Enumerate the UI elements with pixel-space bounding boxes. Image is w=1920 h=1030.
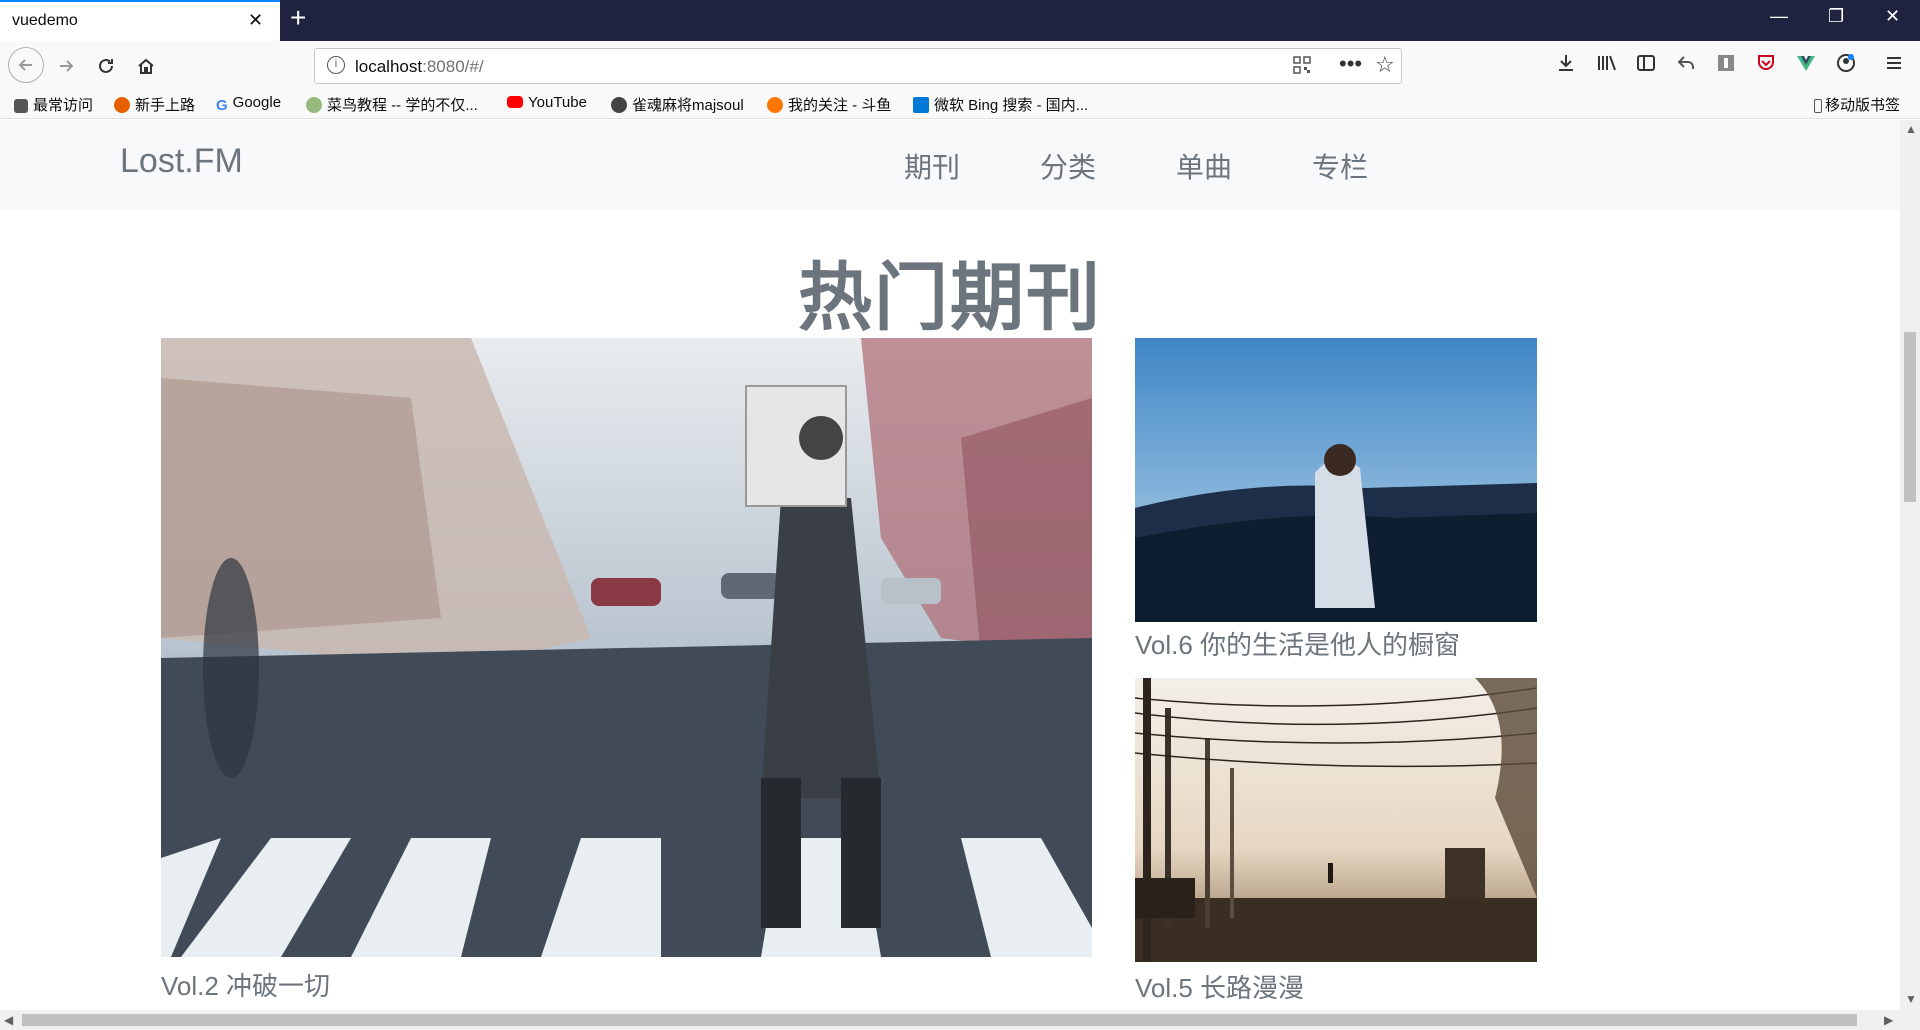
horizontal-scroll-thumb[interactable]: [22, 1014, 1857, 1026]
bookmark-most-visited[interactable]: 最常访问: [14, 94, 93, 115]
close-window-button[interactable]: ✕: [1885, 6, 1900, 27]
page-actions-icon[interactable]: •••: [1339, 51, 1362, 77]
bookmark-douyu[interactable]: 我的关注 - 斗鱼: [767, 94, 891, 115]
new-tab-button[interactable]: +: [290, 4, 306, 32]
bookmark-youtube[interactable]: YouTube: [507, 94, 587, 111]
section-title: 热门期刊: [798, 256, 1102, 339]
bing-icon: [913, 97, 929, 113]
reload-button[interactable]: [90, 50, 122, 82]
power-lines-street-photo[interactable]: [1135, 678, 1537, 962]
mobile-phone-icon: [1814, 99, 1822, 113]
home-button[interactable]: [130, 50, 162, 82]
extension-icon[interactable]: [1716, 53, 1736, 78]
douyu-icon: [767, 97, 783, 113]
qr-code-icon[interactable]: [1293, 56, 1311, 79]
bookmark-google[interactable]: G Google: [216, 94, 282, 114]
back-button[interactable]: [8, 47, 44, 83]
url-host: localhost: [355, 57, 423, 76]
horizontal-scrollbar[interactable]: ◀ ▶: [0, 1010, 1900, 1030]
browser-tab[interactable]: vuedemo ✕: [0, 0, 280, 41]
gear-icon: [14, 99, 28, 113]
navigation-toolbar: i localhost:8080/#/ ••• ☆: [0, 41, 1920, 89]
pocket-icon[interactable]: [1756, 53, 1776, 78]
firefox-icon: [114, 97, 130, 113]
site-info-icon[interactable]: i: [327, 56, 345, 74]
url-bar[interactable]: i localhost:8080/#/ ••• ☆: [314, 48, 1402, 84]
vertical-scroll-thumb[interactable]: [1904, 332, 1916, 502]
site-header: Lost.FM 期刊 分类 单曲 专栏: [0, 120, 1900, 210]
bookmark-label: Google: [232, 94, 282, 111]
bookmark-label: YouTube: [528, 94, 587, 111]
library-icon[interactable]: [1596, 53, 1618, 78]
bookmark-label: 微软 Bing 搜索 - 国内...: [934, 97, 1089, 114]
arrow-left-icon: [18, 59, 32, 71]
scroll-right-icon[interactable]: ▶: [1884, 1013, 1893, 1027]
page-viewport: Lost.FM 期刊 分类 单曲 专栏 热门期刊 Vol.2 冲破一切 Vol.…: [0, 120, 1900, 1010]
scrollbar-corner: [1900, 1010, 1920, 1030]
url-path: :8080/#/: [422, 57, 484, 76]
scroll-left-icon[interactable]: ◀: [4, 1013, 13, 1027]
bookmark-label: 雀魂麻将majsoul: [632, 97, 744, 114]
runoob-icon: [306, 97, 322, 113]
nav-item-singles[interactable]: 单曲: [1176, 146, 1232, 186]
menu-icon[interactable]: [1884, 53, 1904, 78]
bookmark-getting-started[interactable]: 新手上路: [114, 94, 195, 115]
bookmark-majsoul[interactable]: 雀魂麻将majsoul: [611, 94, 744, 115]
woman-crosswalk-photo[interactable]: [161, 338, 1092, 957]
bookmark-label: 最常访问: [33, 97, 94, 114]
scroll-down-icon[interactable]: ▼: [1905, 992, 1917, 1006]
journal-card-vol2[interactable]: Vol.2 冲破一切: [161, 338, 1092, 1008]
scroll-up-icon[interactable]: ▲: [1905, 122, 1917, 136]
journal-card-vol6[interactable]: Vol.6 你的生活是他人的橱窗: [1135, 338, 1537, 660]
bookmark-bing[interactable]: 微软 Bing 搜索 - 国内...: [913, 94, 1088, 115]
download-icon[interactable]: [1556, 53, 1576, 78]
vue-devtools-icon[interactable]: [1796, 53, 1816, 78]
journal-card-vol5[interactable]: Vol.5 长路漫漫: [1135, 678, 1537, 1003]
forward-button[interactable]: [50, 50, 82, 82]
google-icon: G: [216, 97, 228, 114]
bookmark-label: 我的关注 - 斗鱼: [788, 97, 892, 114]
site-brand[interactable]: Lost.FM: [120, 142, 243, 181]
mobile-bookmarks-label: 移动版书签: [1825, 97, 1901, 114]
restore-button[interactable]: ❐: [1828, 6, 1844, 27]
bookmark-label: 新手上路: [135, 97, 196, 114]
bookmark-star-icon[interactable]: ☆: [1375, 52, 1395, 78]
url-text[interactable]: localhost:8080/#/: [355, 57, 484, 77]
mobile-bookmarks[interactable]: 移动版书签: [1814, 94, 1900, 115]
undo-icon[interactable]: [1676, 53, 1696, 78]
reload-icon: [99, 58, 113, 73]
sidebar-icon[interactable]: [1636, 53, 1656, 78]
home-icon: [138, 58, 154, 74]
arrow-right-icon: [60, 60, 74, 72]
title-bar: vuedemo ✕ + — ❐ ✕: [0, 0, 1920, 41]
nav-item-categories[interactable]: 分类: [1040, 146, 1096, 186]
youtube-icon: [507, 96, 523, 108]
vertical-scrollbar[interactable]: ▲ ▼: [1900, 120, 1920, 1010]
bookmark-label: 菜鸟教程 -- 学的不仅...: [327, 97, 478, 114]
tab-title: vuedemo: [12, 12, 78, 29]
nav-item-columns[interactable]: 专栏: [1312, 146, 1368, 186]
majsoul-icon: [611, 97, 627, 113]
minimize-button[interactable]: —: [1770, 6, 1788, 27]
account-icon[interactable]: [1836, 53, 1856, 78]
bookmark-runoob[interactable]: 菜鸟教程 -- 学的不仅...: [306, 94, 478, 115]
journal-caption[interactable]: Vol.2 冲破一切: [161, 966, 330, 1003]
journal-caption[interactable]: Vol.6 你的生活是他人的橱窗: [1135, 625, 1460, 662]
bookmarks-toolbar: 最常访问 新手上路 G Google 菜鸟教程 -- 学的不仅... YouTub…: [0, 89, 1920, 119]
nav-item-journals[interactable]: 期刊: [904, 146, 960, 186]
journal-caption[interactable]: Vol.5 长路漫漫: [1135, 968, 1304, 1005]
mountain-man-photo[interactable]: [1135, 338, 1537, 622]
tab-close-icon[interactable]: ✕: [248, 10, 263, 31]
